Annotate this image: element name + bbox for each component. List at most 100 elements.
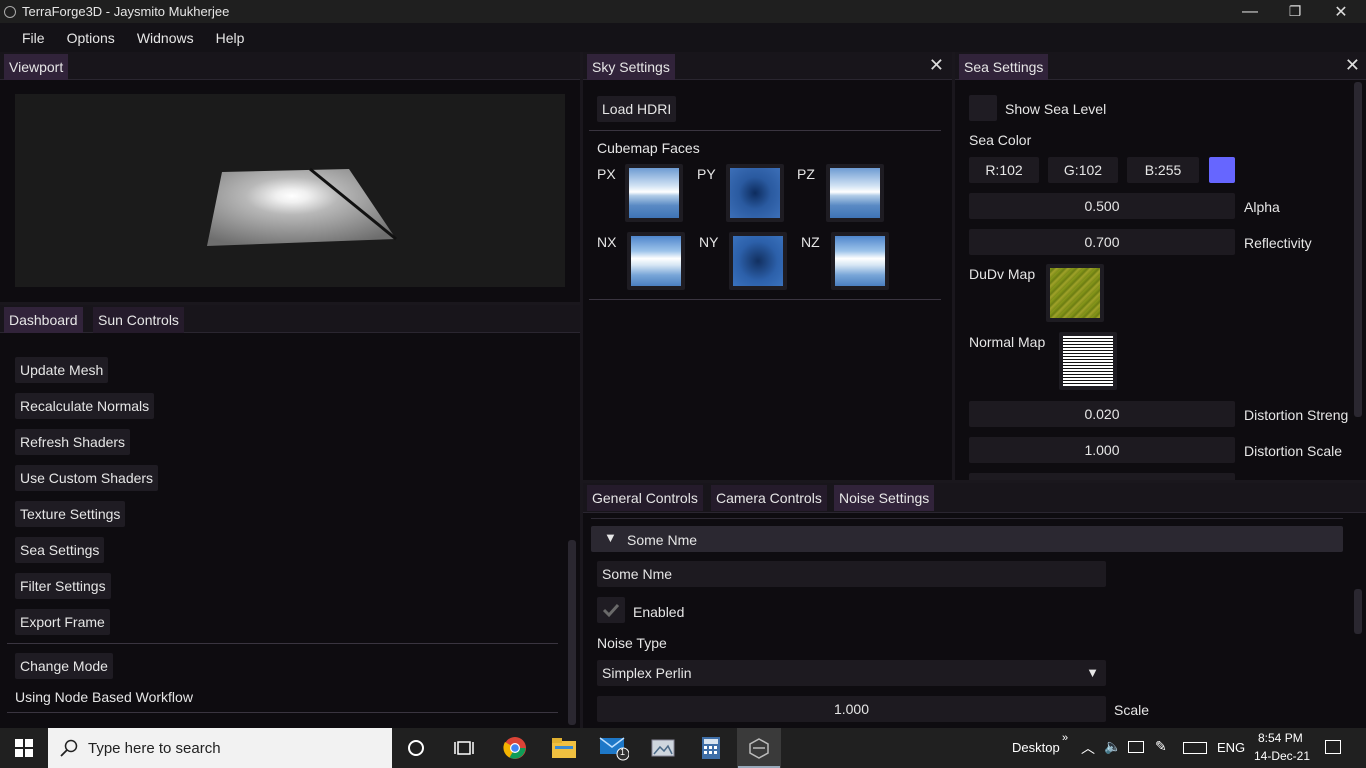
chevron-up-icon[interactable]: ︿ [1081,738,1095,758]
collapsing-header[interactable]: ▼ Some Nme [591,526,1343,552]
cubemap-px-thumb[interactable] [625,164,683,222]
header-label: Some Nme [627,532,698,548]
menu-windows[interactable]: Widnows [126,30,205,46]
sky-tabbar: Sky Settings ✕ [583,52,952,80]
bottom-scrollbar[interactable] [1354,589,1362,634]
dudv-map-label: DuDv Map [969,266,1036,282]
filter-settings-button[interactable]: Filter Settings [15,573,111,599]
desktop-toolbar[interactable]: Desktop [1012,740,1060,755]
divider [7,643,558,644]
scale-slider[interactable]: 1.000 [597,696,1106,722]
noise-type-select[interactable]: Simplex Perlin ▼ [597,660,1106,686]
load-hdri-button[interactable]: Load HDRI [597,96,677,122]
mail-badge: 1 [620,747,626,757]
title-bar: TerraForge3D - Jaysmito Mukherjee — ❐ ✕ [0,0,1366,23]
maximize-button[interactable]: ❐ [1272,0,1318,23]
notifications-icon[interactable] [1325,740,1341,754]
use-custom-shaders-button[interactable]: Use Custom Shaders [15,465,159,491]
network-icon[interactable] [1128,741,1144,753]
cubemap-title: Cubemap Faces [597,140,700,156]
calculator-icon[interactable] [690,728,732,768]
chevron-right-icon[interactable]: » [1062,732,1068,744]
tab-general-controls[interactable]: General Controls [587,485,703,511]
terrain-mesh [207,167,397,246]
keyboard-icon[interactable] [1183,742,1207,754]
noise-type-value: Simplex Perlin [602,665,692,681]
distortion-scale-slider[interactable]: 1.000 [969,437,1235,463]
tab-camera-controls[interactable]: Camera Controls [711,485,827,511]
close-icon[interactable]: ✕ [929,56,944,74]
mail-icon[interactable]: 1 [592,728,636,768]
dudv-map-thumb[interactable] [1046,264,1104,322]
sea-color-g[interactable]: G:102 [1048,157,1118,183]
update-mesh-button[interactable]: Update Mesh [15,357,109,383]
menu-file[interactable]: File [0,30,56,46]
language-indicator[interactable]: ENG [1217,740,1245,755]
enabled-label: Enabled [633,604,685,620]
close-icon[interactable]: ✕ [1345,56,1360,74]
menu-help[interactable]: Help [205,30,256,46]
close-button[interactable]: ✕ [1318,0,1364,23]
face-label-pz: PZ [797,166,815,182]
splitter[interactable] [0,302,580,305]
terraforge-taskbar-icon[interactable] [737,728,781,768]
cubemap-pz-thumb[interactable] [826,164,884,222]
noise-type-label: Noise Type [597,635,667,651]
sea-color-r[interactable]: R:102 [969,157,1039,183]
task-view-icon[interactable] [443,728,485,768]
sea-color-swatch[interactable] [1209,157,1235,183]
recalculate-normals-button[interactable]: Recalculate Normals [15,393,155,419]
minimize-button[interactable]: — [1227,0,1273,23]
noise-name-input[interactable]: Some Nme [597,561,1106,587]
show-sea-level-checkbox[interactable] [969,95,997,121]
clock-date[interactable]: 14-Dec-21 [1254,749,1310,763]
cubemap-py-thumb[interactable] [726,164,784,222]
sea-color-b[interactable]: B:255 [1127,157,1199,183]
dropdown-arrow-icon: ▼ [1086,665,1099,680]
file-explorer-icon[interactable] [542,728,586,768]
normal-map-thumb[interactable] [1059,332,1117,390]
tab-dashboard[interactable]: Dashboard [4,307,83,333]
enabled-checkbox[interactable] [597,597,625,623]
texture-settings-button[interactable]: Texture Settings [15,501,126,527]
tab-viewport[interactable]: Viewport [4,54,69,80]
photos-app-icon[interactable] [641,728,685,768]
window-title: TerraForge3D - Jaysmito Mukherjee [22,4,230,19]
bottom-tabbar: General Controls Camera Controls Noise S… [583,483,1366,513]
reflectivity-slider[interactable]: 0.700 [969,229,1235,255]
taskbar-search-box[interactable]: Type here to search [48,728,392,768]
tab-noise-settings[interactable]: Noise Settings [834,485,935,511]
tab-sea-settings[interactable]: Sea Settings [959,54,1049,80]
alpha-slider[interactable]: 0.500 [969,193,1235,219]
dashboard-panel: Dashboard Sun Controls Update Mesh Recal… [0,305,580,728]
cubemap-ny-thumb[interactable] [729,232,787,290]
sea-settings-button[interactable]: Sea Settings [15,537,105,563]
cubemap-nz-thumb[interactable] [831,232,889,290]
speaker-icon[interactable]: 🔈 [1104,738,1121,755]
windows-start-icon[interactable] [0,728,48,768]
menu-bar: File Options Widnows Help [0,23,1366,52]
dashboard-scrollbar[interactable] [568,540,576,725]
sea-settings-panel: Sea Settings ✕ Show Sea Level Sea Color … [955,52,1366,480]
sea-tabbar: Sea Settings ✕ [955,52,1366,80]
tab-sun-controls[interactable]: Sun Controls [93,307,184,333]
cortana-icon[interactable] [395,728,437,768]
sea-next-slider[interactable] [969,473,1235,480]
clock-time[interactable]: 8:54 PM [1258,731,1303,745]
sea-scrollbar[interactable] [1354,82,1362,417]
taskbar: Type here to search 1 Desktop » ︿ 🔈 ✎ EN… [0,728,1366,768]
viewport-canvas[interactable] [15,94,565,287]
chrome-icon[interactable] [493,728,537,768]
alpha-label: Alpha [1244,199,1280,215]
check-icon [602,603,620,618]
distortion-strength-slider[interactable]: 0.020 [969,401,1235,427]
show-sea-level-label: Show Sea Level [1005,101,1107,117]
refresh-shaders-button[interactable]: Refresh Shaders [15,429,131,455]
export-frame-button[interactable]: Export Frame [15,609,110,635]
tab-sky-settings[interactable]: Sky Settings [587,54,675,80]
workflow-text: Using Node Based Workflow [15,689,193,705]
pen-icon[interactable]: ✎ [1155,738,1167,755]
cubemap-nx-thumb[interactable] [627,232,685,290]
change-mode-button[interactable]: Change Mode [15,653,113,679]
menu-options[interactable]: Options [56,30,126,46]
